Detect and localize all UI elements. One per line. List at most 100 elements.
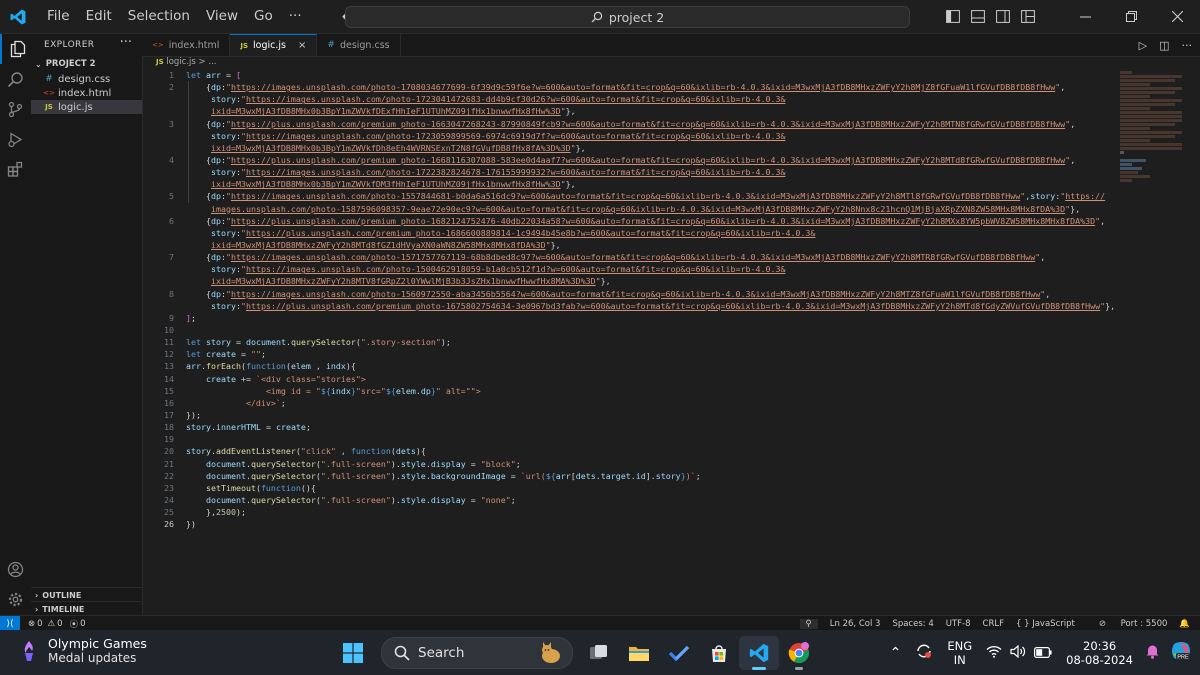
code-editor[interactable]: 1 2 3 4 5 6 7 8 9 10 11 12 13 14 15 16 17 18 19 20 21 22 23 24 2… [142, 69, 1120, 615]
show-hidden-icons-chevron-icon[interactable]: ⌃ [890, 645, 902, 661]
menu-file[interactable]: File [39, 0, 78, 33]
widgets-button[interactable]: Olympic Games Medal updates [18, 636, 147, 665]
code-line[interactable]: {dp:"https://plus.unsplash.com/premium_p… [186, 215, 1116, 227]
explorer-files-icon[interactable] [0, 34, 33, 64]
vertical-scrollbar[interactable] [1190, 69, 1200, 615]
chrome-icon[interactable] [779, 636, 819, 670]
code-line[interactable]: story:"https://images.unsplash.com/photo… [186, 263, 1116, 275]
explorer-more-button[interactable]: ··· [120, 35, 132, 50]
warnings-count[interactable]: 0 [57, 619, 62, 629]
code-content[interactable]: let arr = [ {dp:"https://images.unsplash… [186, 69, 1116, 530]
command-center-search[interactable]: project 2 [345, 6, 910, 28]
code-line[interactable]: document.querySelector(".full-screen").s… [186, 470, 1116, 482]
code-line[interactable]: create += `<div class="stories"> [186, 373, 1116, 385]
vscode-taskbar-icon[interactable] [739, 636, 779, 670]
code-line[interactable]: story.innerHTML = create; [186, 421, 1116, 433]
code-line[interactable]: ]; [186, 312, 1116, 324]
customize-layout-icon[interactable] [1015, 10, 1040, 23]
restore-button[interactable] [1108, 0, 1154, 33]
breadcrumb-symbol[interactable]: ... [208, 57, 216, 67]
code-line[interactable]: arr.forEach(function(elem , indx){ [186, 360, 1116, 372]
ports-icon[interactable]: ⦿ [70, 618, 79, 630]
copilot-pre-icon[interactable]: PRE [1170, 640, 1192, 666]
menu-go[interactable]: Go [246, 0, 281, 33]
minimize-button[interactable] [1062, 0, 1108, 33]
sync-cloud-icon[interactable] [915, 643, 933, 663]
code-line[interactable] [186, 324, 1116, 336]
code-line[interactable]: {dp:"https://images.unsplash.com/photo-1… [186, 288, 1116, 300]
code-line[interactable]: story:"https://images.unsplash.com/photo… [186, 93, 1116, 105]
project-folder[interactable]: ⌄ PROJECT 2 [31, 56, 142, 72]
menu-selection[interactable]: Selection [120, 0, 198, 33]
errors-icon[interactable]: ⊗ [28, 619, 35, 629]
notifications-bell-icon[interactable]: 🔔 [1179, 619, 1190, 629]
volume-icon[interactable] [1010, 643, 1026, 662]
toggle-primary-sidebar-icon[interactable] [940, 10, 965, 23]
cursor-position[interactable]: Ln 26, Col 3 [830, 619, 881, 629]
code-line[interactable] [186, 433, 1116, 445]
code-line[interactable]: },2500); [186, 506, 1116, 518]
menu-more-button[interactable]: ··· [281, 0, 310, 33]
zoom-search-icon[interactable]: ⚲ [799, 618, 818, 629]
split-editor-icon[interactable]: ◫ [1159, 39, 1169, 52]
warnings-icon[interactable]: ⚠ [48, 619, 56, 629]
outline-section[interactable]: › OUTLINE [31, 587, 142, 602]
errors-count[interactable]: 0 [37, 619, 42, 629]
run-play-icon[interactable]: ▷ [1139, 39, 1147, 52]
file-item-index-html[interactable]: <> index.html [31, 86, 142, 100]
close-window-button[interactable] [1154, 0, 1200, 33]
language-mode[interactable]: { } JavaScript [1016, 619, 1075, 629]
more-actions-icon[interactable]: ··· [1182, 39, 1193, 52]
code-line[interactable]: story:"https://images.unsplash.com/photo… [186, 130, 1116, 142]
code-line[interactable]: images.unsplash.com/photo-1587596098357-… [186, 203, 1116, 215]
code-line[interactable]: let story = document.querySelector(".sto… [186, 336, 1116, 348]
code-line[interactable]: ixid=M3wxMjA3fDB8MHx0b3BpY1mZWVkfDM3fHhI… [186, 178, 1116, 190]
clock[interactable]: 20:36 08-08-2024 [1066, 639, 1133, 667]
code-line[interactable]: {dp:"https://images.unsplash.com/photo-1… [186, 81, 1116, 93]
code-line[interactable]: story:"https://plus.unsplash.com/premium… [186, 300, 1116, 312]
taskbar-search-box[interactable]: Search [381, 637, 573, 669]
windows-start-icon[interactable] [333, 636, 373, 670]
code-line[interactable]: document.querySelector(".full-screen").s… [186, 458, 1116, 470]
file-explorer-icon[interactable] [619, 636, 659, 670]
todo-check-icon[interactable] [659, 636, 699, 670]
input-language-indicator[interactable]: ENG IN [947, 639, 972, 667]
code-line[interactable]: ixid=M3wxMjA3fDB8MHx0b3BpY1mZWVkfDExfHhI… [186, 105, 1116, 117]
code-line[interactable]: let arr = [ [186, 69, 1116, 81]
task-view-icon[interactable] [579, 636, 619, 670]
live-server-port[interactable]: ⊘ Port : 5500 [1087, 619, 1168, 629]
source-control-icon[interactable] [0, 94, 31, 124]
code-line[interactable]: {dp:"https://images.unsplash.com/photo-1… [186, 190, 1116, 202]
search-sidebar-icon[interactable] [0, 64, 31, 94]
microsoft-store-icon[interactable] [699, 636, 739, 670]
accounts-icon[interactable] [0, 554, 31, 584]
code-line[interactable]: setTimeout(function(){ [186, 482, 1116, 494]
wifi-icon[interactable] [986, 643, 1002, 662]
file-item-design-css[interactable]: # design.css [31, 72, 142, 86]
toggle-secondary-sidebar-icon[interactable] [990, 10, 1015, 23]
notification-bell-icon[interactable] [1145, 643, 1160, 663]
tab-logic-js[interactable]: JS logic.js × [230, 34, 318, 56]
code-line[interactable]: ixid=M3wxMjA3fDB8MHx0b3BpY1mZWVkfDh8eEh4… [186, 142, 1116, 154]
code-line[interactable]: story:"https://images.unsplash.com/photo… [186, 166, 1116, 178]
manage-gear-icon[interactable] [0, 584, 31, 614]
extensions-icon[interactable] [0, 154, 31, 184]
code-line[interactable]: ixid=M3wxMjA3fDB8MHxzZWFyY2h8MTV8fGRpZ2l… [186, 275, 1116, 287]
battery-icon[interactable] [1034, 643, 1052, 662]
vscode-logo-icon[interactable] [9, 8, 27, 26]
minimap[interactable] [1120, 69, 1190, 615]
code-line[interactable]: ixid=M3wxMjA3fDB8MHxzZWFyY2h8MTd8fGZ1dHV… [186, 239, 1116, 251]
code-line[interactable]: document.querySelector(".full-screen").s… [186, 494, 1116, 506]
remote-indicator-icon[interactable]: ⟩⟨ [0, 616, 20, 631]
run-and-debug-icon[interactable] [0, 124, 31, 154]
timeline-section[interactable]: › TIMELINE [31, 601, 142, 616]
breadcrumb-file[interactable]: logic.js [166, 57, 195, 67]
code-line[interactable]: {dp:"https://plus.unsplash.com/premium_p… [186, 118, 1116, 130]
code-line[interactable]: }); [186, 409, 1116, 421]
code-line[interactable]: {dp:"https://plus.unsplash.com/premium_p… [186, 154, 1116, 166]
file-item-logic-js[interactable]: JS logic.js [31, 100, 142, 114]
file-encoding[interactable]: UTF-8 [946, 619, 971, 629]
code-line[interactable]: story:"https://plus.unsplash.com/premium… [186, 227, 1116, 239]
toggle-panel-icon[interactable] [965, 10, 990, 23]
menu-edit[interactable]: Edit [78, 0, 120, 33]
